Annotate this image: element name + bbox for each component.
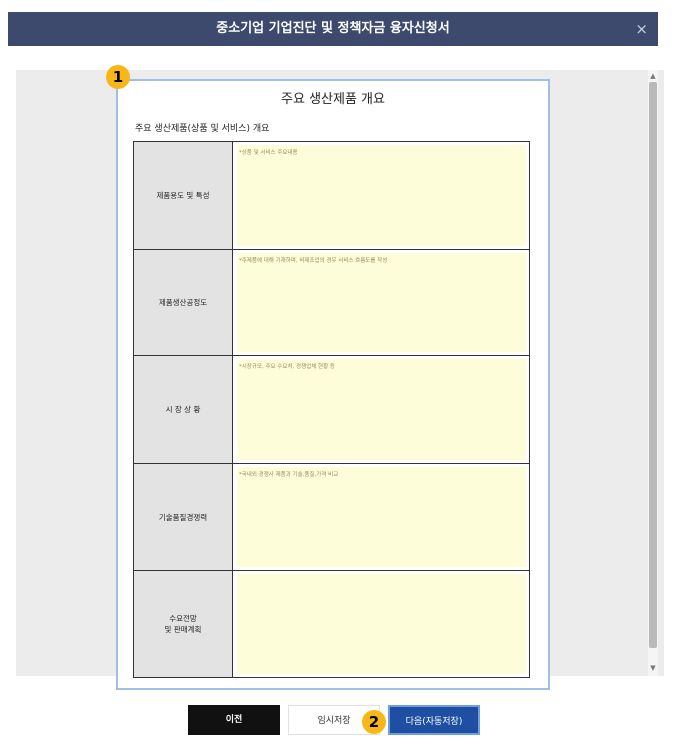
- scroll-up-arrow-icon[interactable]: ▲: [650, 72, 656, 80]
- document-title: 주요 생산제품 개요: [281, 92, 385, 107]
- scroll-down-arrow-icon[interactable]: ▼: [650, 664, 656, 672]
- table-row: 제품생산공정도 *주제품에 대해 기재하며, 비제조업의 경우 서비스 흐름도를…: [134, 250, 529, 356]
- table-row: 수요전망 및 판매계획: [134, 571, 529, 677]
- demand-forecast-field[interactable]: [237, 574, 526, 674]
- field-placeholder: *상품 및 서비스 주요내용: [239, 150, 298, 156]
- row-label-demand-forecast: 수요전망 및 판매계획: [134, 571, 233, 677]
- close-icon[interactable]: ×: [635, 12, 648, 46]
- step-marker-1: 1: [106, 65, 130, 89]
- table-row: 시 장 상 황 *시장규모, 주요 수요처, 경쟁업체 현황 등: [134, 356, 529, 464]
- step-marker-2: 2: [362, 710, 386, 734]
- row-label-product-usage: 제품용도 및 특성: [134, 142, 233, 249]
- row-label-tech-quality: 기술품질경쟁력: [134, 464, 233, 570]
- dialog-title: 중소기업 기업진단 및 정책자금 융자신청서: [216, 21, 450, 36]
- next-autosave-button[interactable]: 다음(자동저장): [388, 705, 480, 735]
- dialog-titlebar: 중소기업 기업진단 및 정책자금 융자신청서 ×: [8, 12, 658, 46]
- row-label-market-status: 시 장 상 황: [134, 356, 233, 463]
- field-placeholder: *시장규모, 주요 수요처, 경쟁업체 현황 등: [239, 364, 335, 370]
- table-row: 제품용도 및 특성 *상품 및 서비스 주요내용: [134, 142, 529, 250]
- product-usage-field[interactable]: *상품 및 서비스 주요내용: [237, 145, 526, 246]
- row-label-production-process: 제품생산공정도: [134, 250, 233, 355]
- tech-quality-field[interactable]: *국내외 경쟁사 제품과 기술,품질,가격 비교: [237, 467, 526, 567]
- product-overview-table: 제품용도 및 특성 *상품 및 서비스 주요내용 제품생산공정도 *주제품에 대…: [133, 141, 530, 678]
- market-status-field[interactable]: *시장규모, 주요 수요처, 경쟁업체 현황 등: [237, 359, 526, 460]
- prev-button[interactable]: 이전: [188, 705, 280, 735]
- field-placeholder: *국내외 경쟁사 제품과 기술,품질,가격 비교: [239, 472, 339, 478]
- section-label: 주요 생산제품(상품 및 서비스) 개요: [135, 124, 270, 134]
- production-process-field[interactable]: *주제품에 대해 기재하며, 비제조업의 경우 서비스 흐름도를 작성: [237, 253, 526, 352]
- scrollbar-thumb[interactable]: [649, 82, 657, 648]
- table-row: 기술품질경쟁력 *국내외 경쟁사 제품과 기술,품질,가격 비교: [134, 464, 529, 571]
- field-placeholder: *주제품에 대해 기재하며, 비제조업의 경우 서비스 흐름도를 작성: [239, 258, 388, 264]
